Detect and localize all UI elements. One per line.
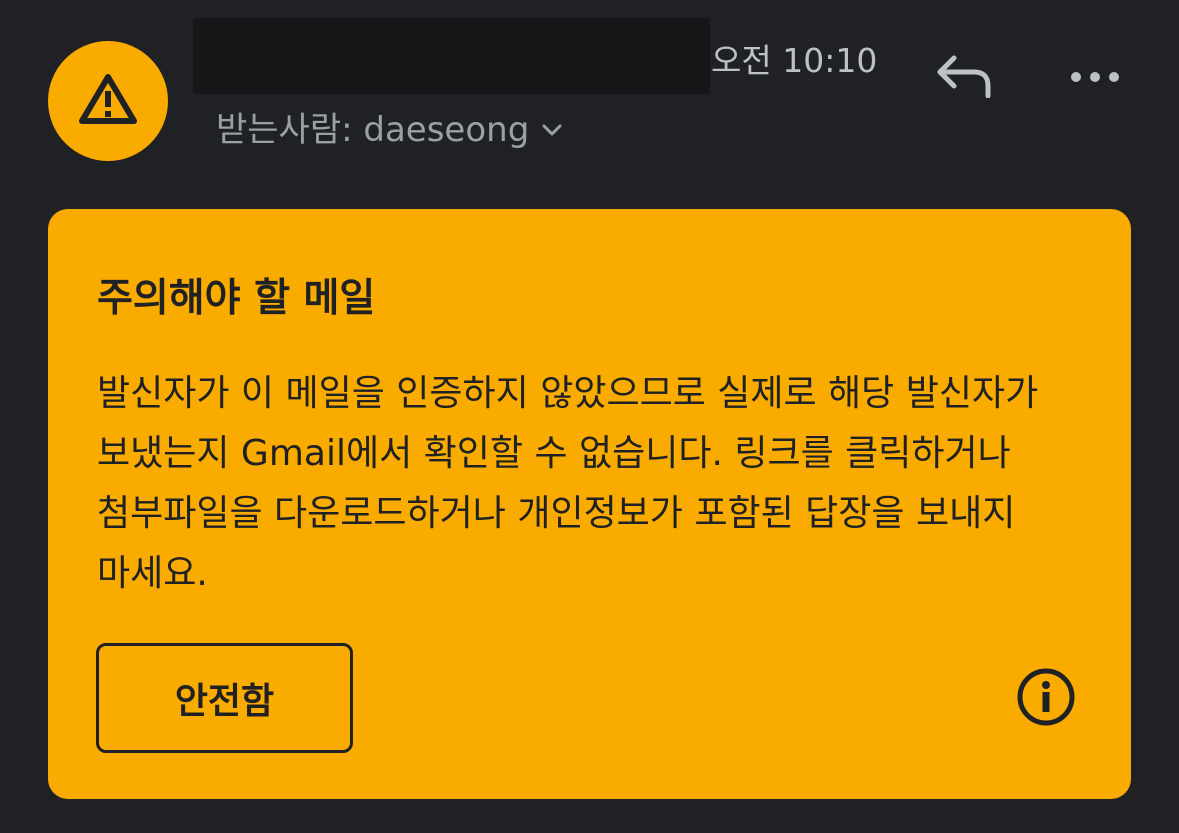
mark-safe-button-label: 안전함	[174, 681, 275, 722]
email-time: 오전 10:10	[711, 41, 878, 80]
warning-triangle-icon	[77, 72, 139, 130]
more-horizontal-icon	[1070, 68, 1120, 87]
reply-button[interactable]	[930, 50, 996, 104]
warning-title: 주의해야 할 메일	[97, 276, 376, 321]
mark-safe-button[interactable]: 안전함	[96, 643, 353, 753]
suspicious-email-warning: 주의해야 할 메일 발신자가 이 메일을 인증하지 않았으므로 실제로 해당 발…	[48, 209, 1131, 799]
sender-avatar[interactable]	[48, 41, 168, 161]
info-icon	[1016, 667, 1076, 731]
email-view: 오전 10:10 받는사람: daeseong 주의해야 할 메일 발신자가 이…	[0, 0, 1179, 833]
recipient-label: 받는사람: daeseong	[216, 110, 530, 150]
more-options-button[interactable]	[1062, 54, 1128, 100]
sender-name-redacted	[193, 18, 710, 94]
reply-icon	[934, 52, 992, 102]
info-button[interactable]	[1014, 667, 1078, 731]
warning-message: 발신자가 이 메일을 인증하지 않았으므로 실제로 해당 발신자가 보냈는지 G…	[97, 373, 1039, 594]
recipient-details-toggle[interactable]: 받는사람: daeseong	[216, 108, 563, 152]
chevron-down-icon	[541, 123, 563, 137]
